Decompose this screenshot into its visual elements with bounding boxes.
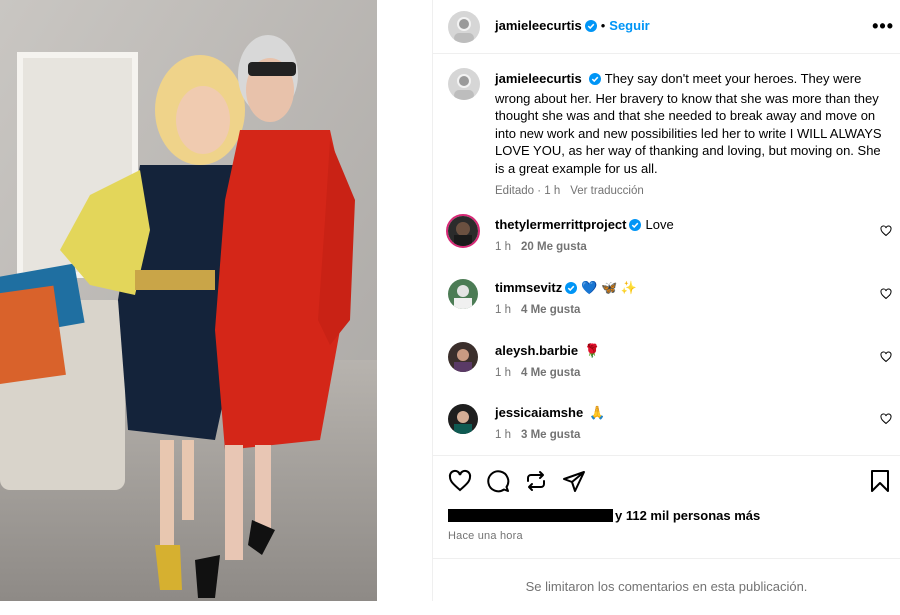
comments-limited-notice: Se limitaron los comentarios en esta pub… bbox=[433, 558, 900, 602]
comment-item: timmsevitz 💙 🦋 ✨ 1 h 4 Me gusta bbox=[433, 277, 900, 333]
likes-summary[interactable]: y 112 mil personas más bbox=[448, 508, 760, 523]
comment-text: Love bbox=[645, 217, 674, 232]
comment-meta: 1 h 4 Me gusta bbox=[495, 304, 580, 316]
post-side-panel: jamieleecurtis • Seguir ••• jamieleecurtis… bbox=[433, 0, 900, 601]
comment-likes[interactable]: 4 Me gusta bbox=[521, 367, 580, 379]
likes-count-text: y 112 mil personas más bbox=[615, 508, 761, 523]
see-translation-link[interactable]: Ver traducción bbox=[570, 185, 644, 197]
commenter-avatar[interactable] bbox=[448, 404, 478, 434]
comment-text: 💙 🦋 ✨ bbox=[581, 280, 637, 295]
redacted-usernames bbox=[448, 509, 613, 522]
comment-username[interactable]: timmsevitz bbox=[495, 280, 562, 295]
verified-badge-icon bbox=[565, 281, 578, 299]
comment-text: 🙏 bbox=[589, 405, 606, 420]
comment-item: aleysh.barbie 🌹 1 h 4 Me gusta bbox=[433, 340, 900, 396]
send-icon[interactable] bbox=[562, 469, 586, 498]
comment-username[interactable]: jessicaiamshe bbox=[495, 405, 583, 420]
verified-badge-icon bbox=[584, 19, 597, 37]
post-timestamp: Hace una hora bbox=[448, 530, 523, 542]
comment-like-heart-icon[interactable] bbox=[880, 412, 892, 430]
comment-time: 1 h bbox=[495, 241, 511, 253]
comment-like-heart-icon[interactable] bbox=[880, 224, 892, 242]
comment-item: thetylermerrittproject Love 1 h 20 Me gust… bbox=[433, 214, 900, 270]
separator-dot: • bbox=[600, 18, 606, 33]
caption-edited-time: Editado · 1 h bbox=[495, 185, 561, 197]
more-options-icon[interactable]: ••• bbox=[872, 16, 894, 37]
comment-likes[interactable]: 4 Me gusta bbox=[521, 304, 580, 316]
heart-icon[interactable] bbox=[448, 469, 472, 498]
comment-body: aleysh.barbie 🌹 bbox=[495, 342, 600, 360]
post-photo[interactable] bbox=[0, 0, 377, 601]
comment-like-heart-icon[interactable] bbox=[880, 287, 892, 305]
caption-author-username[interactable]: jamieleecurtis bbox=[495, 71, 582, 86]
comment-likes[interactable]: 20 Me gusta bbox=[521, 241, 587, 253]
comment-like-heart-icon[interactable] bbox=[880, 350, 892, 368]
comment-likes[interactable]: 3 Me gusta bbox=[521, 429, 580, 441]
author-avatar[interactable] bbox=[448, 11, 480, 43]
commenter-avatar[interactable] bbox=[448, 279, 478, 309]
comment-text: 🌹 bbox=[584, 343, 601, 358]
caption-author-avatar[interactable] bbox=[448, 68, 480, 100]
comment-meta: 1 h 4 Me gusta bbox=[495, 367, 580, 379]
commenter-avatar[interactable] bbox=[448, 342, 478, 372]
comment-username[interactable]: aleysh.barbie bbox=[495, 343, 578, 358]
comment-body: thetylermerrittproject Love bbox=[495, 216, 674, 236]
comment-time: 1 h bbox=[495, 367, 511, 379]
post-caption: jamieleecurtis They say don't meet your h… bbox=[495, 70, 887, 201]
comment-body: jessicaiamshe 🙏 bbox=[495, 404, 605, 422]
comment-item: jessicaiamshe 🙏 1 h 3 Me gusta bbox=[433, 402, 900, 458]
post-header: jamieleecurtis • Seguir ••• bbox=[433, 0, 900, 54]
comment-body: timmsevitz 💙 🦋 ✨ bbox=[495, 279, 637, 299]
caption-meta: Editado · 1 h Ver traducción bbox=[495, 183, 887, 201]
verified-badge-icon bbox=[588, 72, 601, 90]
share-icon[interactable] bbox=[524, 469, 548, 498]
follow-button[interactable]: Seguir bbox=[609, 18, 649, 33]
comment-time: 1 h bbox=[495, 304, 511, 316]
commenter-avatar[interactable] bbox=[446, 214, 480, 248]
author-username[interactable]: jamieleecurtis bbox=[495, 18, 582, 33]
comment-time: 1 h bbox=[495, 429, 511, 441]
bookmark-icon[interactable] bbox=[870, 469, 890, 498]
comment-username[interactable]: thetylermerrittproject bbox=[495, 217, 626, 232]
post-actions-bar bbox=[433, 455, 900, 504]
comment-icon[interactable] bbox=[486, 469, 510, 498]
header-info: jamieleecurtis • Seguir bbox=[495, 17, 650, 37]
comment-meta: 1 h 20 Me gusta bbox=[495, 241, 587, 253]
verified-badge-icon bbox=[629, 218, 642, 236]
comment-meta: 1 h 3 Me gusta bbox=[495, 429, 580, 441]
caption-text: They say don't meet your heroes. They we… bbox=[495, 71, 882, 176]
